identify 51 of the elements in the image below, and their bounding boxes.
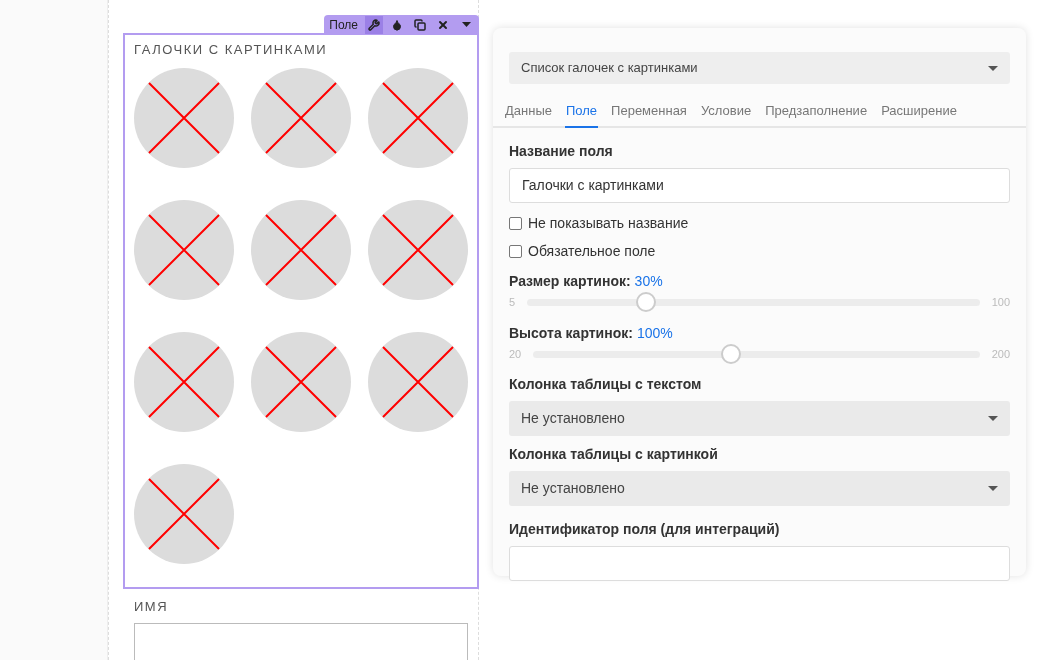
slider-min: 5	[509, 295, 516, 311]
image-placeholder[interactable]	[368, 199, 468, 300]
slider-max: 200	[991, 347, 1010, 363]
image-placeholder[interactable]	[251, 67, 351, 168]
image-placeholder[interactable]	[134, 463, 234, 564]
slider-thumb[interactable]	[636, 292, 657, 312]
field-label: Идентификатор поля (для интеграций)	[509, 519, 781, 539]
checkbox[interactable]	[509, 216, 522, 230]
slider-label: Высота картинок:	[509, 323, 633, 343]
caret-icon	[988, 485, 998, 491]
slider-label: Размер картинок:	[509, 271, 631, 291]
input-field[interactable]: Галочки с картинками	[509, 167, 1010, 203]
caret-icon	[988, 415, 998, 421]
field-label: Колонка таблицы с текстом	[509, 374, 703, 394]
settings-tab[interactable]: Условие	[699, 101, 753, 128]
checkbox[interactable]	[509, 244, 522, 258]
field-label: Колонка таблицы с картинкой	[509, 444, 719, 464]
image-placeholder[interactable]	[368, 67, 468, 168]
checkbox-label: Обязательное поле	[528, 241, 656, 261]
checkbox-label: Не показывать название	[528, 213, 689, 233]
close-icon	[437, 18, 449, 31]
settings-tab[interactable]: Данные	[504, 101, 553, 128]
settings-tab[interactable]: Предзаполнение	[764, 101, 869, 128]
wrench-icon	[368, 18, 380, 31]
caret-icon	[461, 22, 471, 27]
field-title: ГАЛОЧКИ С КАРТИНКАМИ	[134, 41, 329, 59]
image-placeholder[interactable]	[134, 199, 234, 300]
image-placeholder[interactable]	[134, 67, 234, 168]
image-placeholder[interactable]	[368, 331, 468, 432]
image-placeholder[interactable]	[134, 331, 234, 432]
slider-reading: 30%	[634, 271, 663, 291]
slider-thumb[interactable]	[721, 344, 742, 364]
input-field[interactable]	[509, 545, 1010, 581]
column-select[interactable]: Не установлено	[509, 470, 1010, 506]
drop-icon	[391, 18, 403, 31]
settings-tab[interactable]: Переменная	[610, 101, 688, 128]
settings-tab[interactable]: Расширение	[880, 101, 958, 128]
type-select[interactable]: Список галочек с картинками	[509, 52, 1010, 84]
copy-icon	[414, 18, 426, 31]
toolbar-label: Поле	[329, 16, 358, 34]
settings-tab[interactable]: Поле	[564, 101, 599, 128]
slider-min: 20	[509, 347, 522, 363]
column-select[interactable]: Не установлено	[509, 400, 1010, 436]
toolbar-wrench-button[interactable]	[365, 15, 383, 34]
field-label: Название поля	[509, 141, 614, 161]
slider-max: 100	[991, 295, 1010, 311]
image-placeholder[interactable]	[251, 199, 351, 300]
image-placeholder[interactable]	[251, 331, 351, 432]
slider-reading: 100%	[636, 323, 673, 343]
caret-icon	[988, 65, 998, 71]
field-title: ИМЯ	[134, 598, 170, 616]
